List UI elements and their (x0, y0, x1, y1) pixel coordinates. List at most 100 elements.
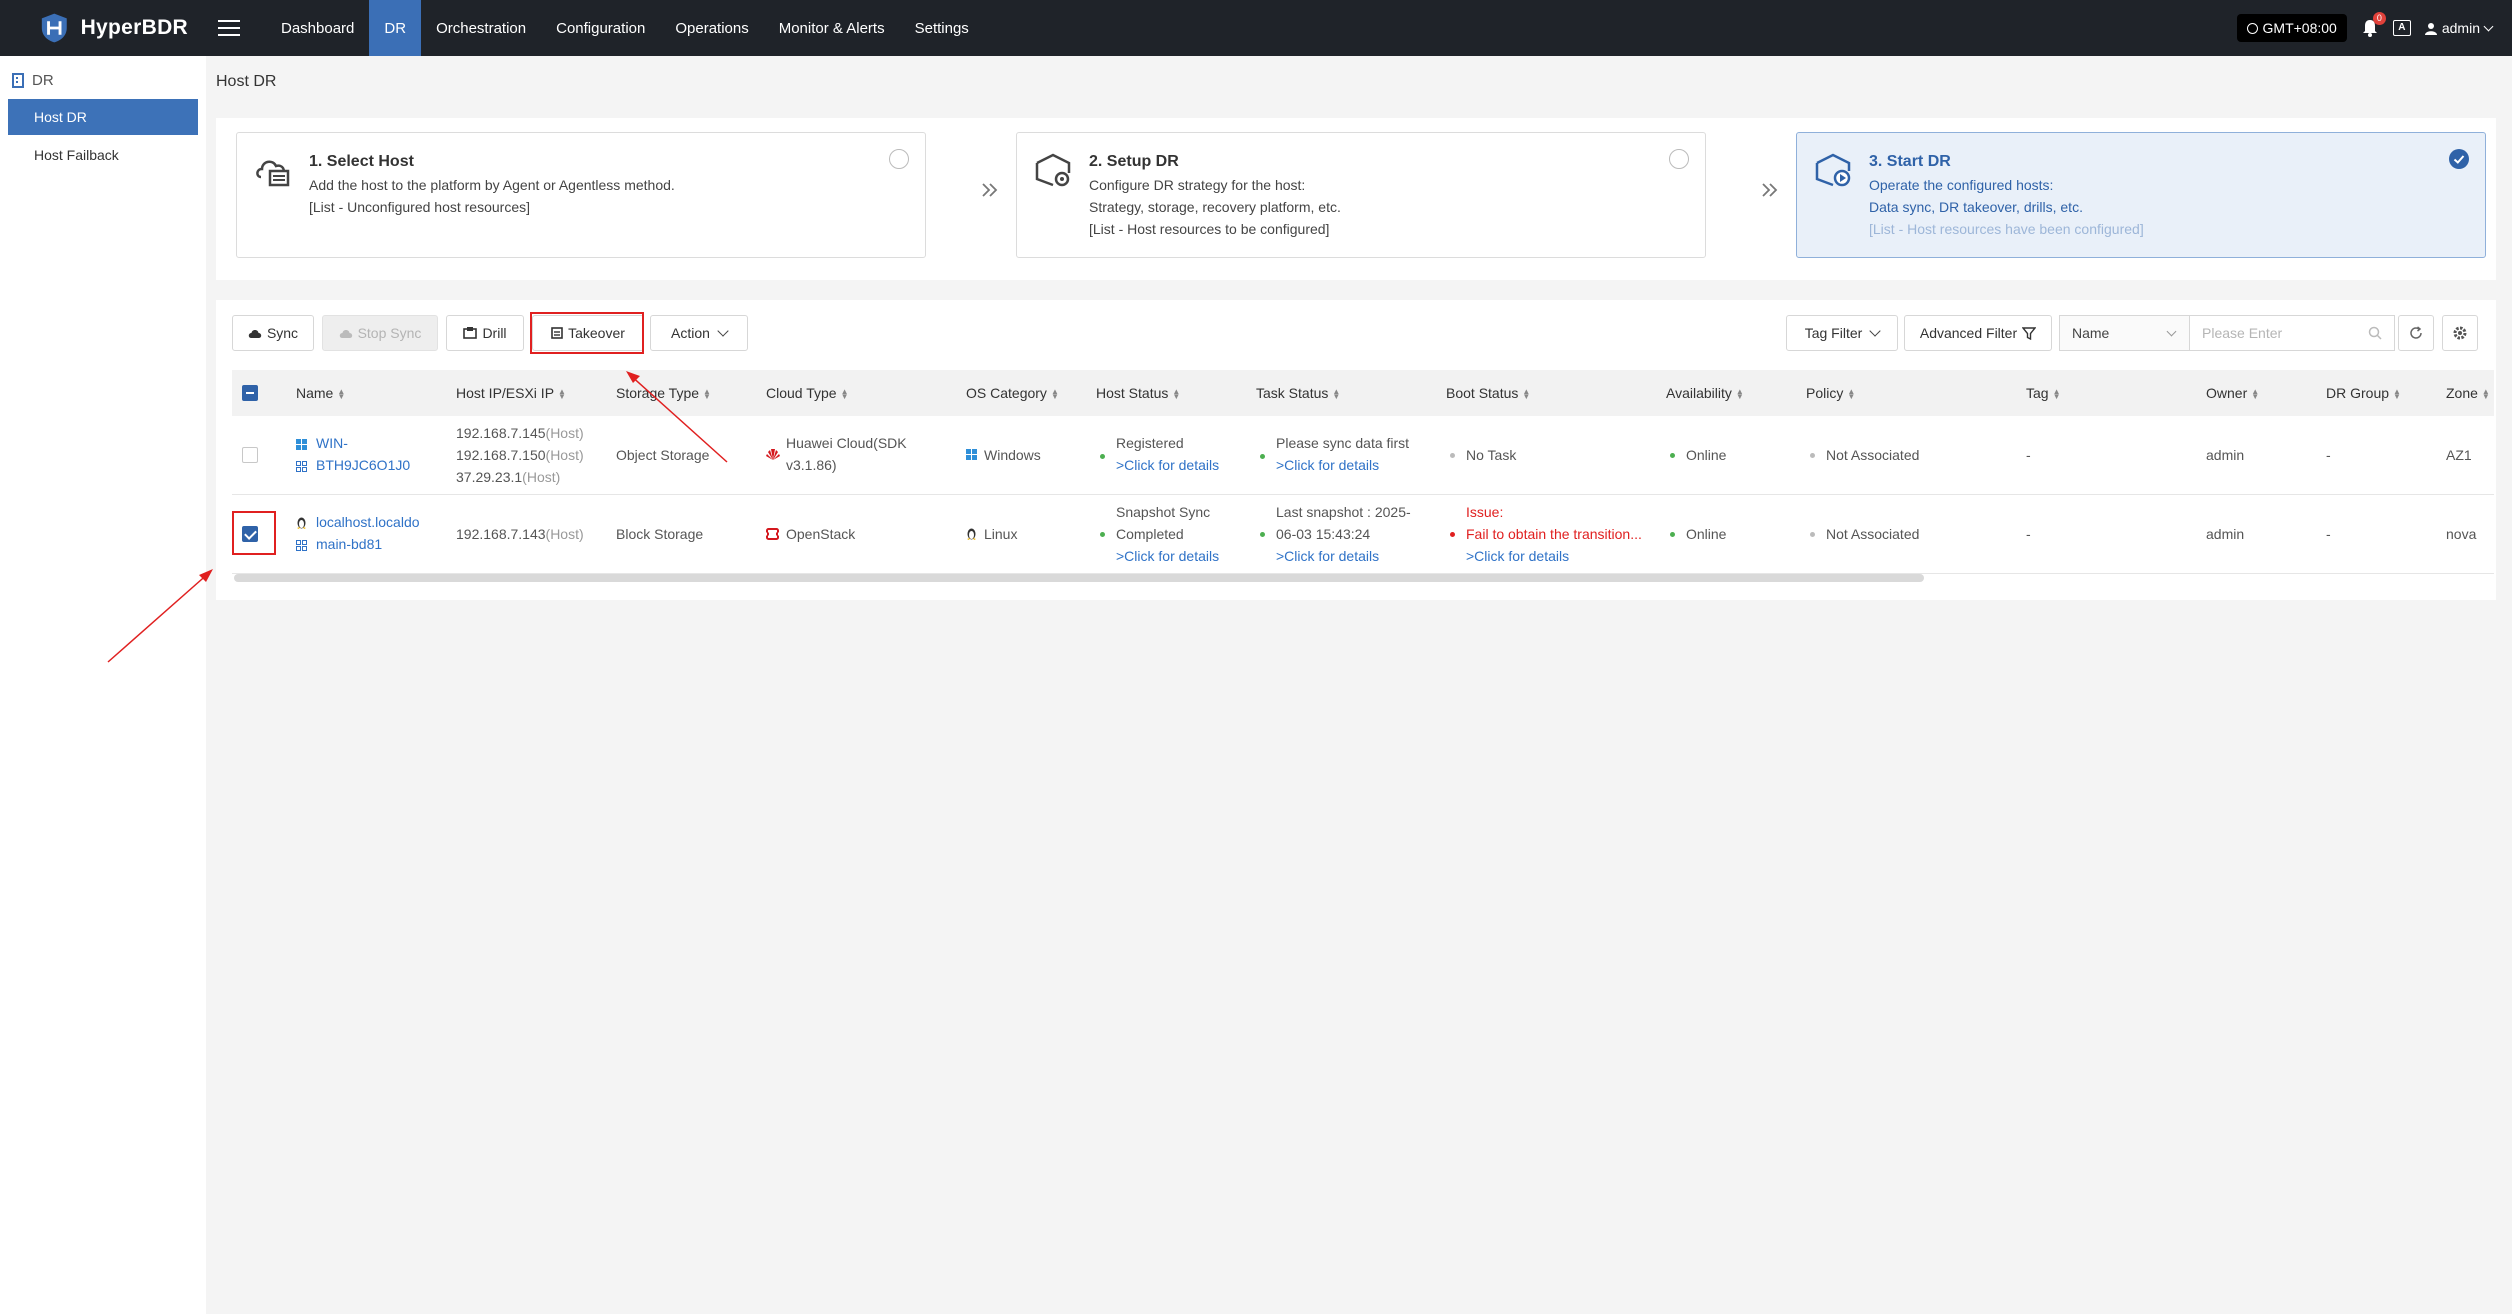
refresh-button[interactable] (2398, 315, 2434, 351)
notification-button[interactable]: 0 (2361, 12, 2386, 38)
step-setup-dr[interactable]: 2. Setup DR Configure DR strategy for th… (1016, 132, 1706, 258)
chevron-down-icon (1869, 325, 1881, 337)
search-icon[interactable] (2368, 326, 2382, 340)
task-status-details-link[interactable]: >Click for details (1276, 454, 1379, 476)
sort-icon: ▲ ▼ (1050, 387, 1059, 402)
nav-settings[interactable]: Settings (900, 0, 984, 56)
stop-sync-button[interactable]: Stop Sync (322, 315, 438, 351)
takeover-button[interactable]: Takeover (532, 315, 644, 351)
column-header-tag[interactable]: Tag ▲ ▼ (2026, 370, 2061, 416)
nav-orchestration[interactable]: Orchestration (421, 0, 541, 56)
column-header-host-ip[interactable]: Host IP/ESXi IP ▲ ▼ (456, 370, 566, 416)
column-label: Policy (1806, 385, 1844, 401)
linux-icon (967, 528, 976, 540)
step-radio[interactable] (1669, 149, 1689, 169)
host-status-details-link[interactable]: >Click for details (1116, 454, 1219, 476)
table-row[interactable]: localhost.localdo main-bd81 192.168.7.14… (232, 495, 2494, 574)
brand[interactable]: HyperBDR (38, 11, 188, 45)
step-select-host[interactable]: 1. Select Host Add the host to the platf… (236, 132, 926, 258)
column-header-owner[interactable]: Owner ▲ ▼ (2206, 370, 2259, 416)
double-chevron-right-icon (1762, 183, 1778, 197)
nav-dr[interactable]: DR (369, 0, 422, 56)
column-header-task-status[interactable]: Task Status ▲ ▼ (1256, 370, 1340, 416)
language-switch-icon[interactable]: A (2392, 20, 2411, 36)
filter-icon (2022, 326, 2037, 340)
column-header-policy[interactable]: Policy ▲ ▼ (1806, 370, 1855, 416)
table-row[interactable]: WIN- BTH9JC6O1J0 192.168.7.145(Host) 192… (232, 416, 2494, 495)
search-box (2189, 315, 2395, 351)
brand-name: HyperBDR (80, 16, 188, 39)
drill-button[interactable]: Drill (446, 315, 524, 351)
host-name-link[interactable]: localhost.localdo (316, 511, 420, 533)
nav-operations[interactable]: Operations (660, 0, 763, 56)
top-navigation-bar: HyperBDR Dashboard DR Orchestration Conf… (0, 0, 2512, 56)
host-name-link[interactable]: BTH9JC6O1J0 (316, 454, 410, 476)
search-input[interactable] (2200, 316, 2364, 350)
step-radio-checked[interactable] (2449, 149, 2469, 169)
select-all-checkbox[interactable] (242, 385, 258, 401)
owner: admin (2206, 526, 2245, 542)
nav-dashboard[interactable]: Dashboard (266, 0, 369, 56)
policy: Not Associated (1826, 447, 1920, 463)
host-table-panel: Sync Stop Sync Drill Takeover Action Tag… (216, 300, 2496, 600)
column-header-zone[interactable]: Zone ▲ ▼ (2446, 370, 2490, 416)
search-field-select[interactable]: Name (2059, 315, 2189, 351)
sort-icon: ▲ ▼ (1172, 387, 1181, 402)
sidebar-item-host-dr[interactable]: Host DR (8, 99, 198, 135)
menu-toggle-icon[interactable] (218, 20, 240, 36)
ip-kind: (Host) (545, 447, 584, 463)
timezone-display[interactable]: GMT+08:00 (2236, 14, 2347, 42)
status-dot (1450, 453, 1455, 458)
host-name-link[interactable]: main-bd81 (316, 533, 382, 555)
row-checkbox[interactable] (242, 447, 258, 463)
column-header-os-category[interactable]: OS Category ▲ ▼ (966, 370, 1059, 416)
sort-icon: ▲ ▼ (1735, 387, 1744, 402)
play-box-icon (1815, 153, 1851, 187)
row-checkbox[interactable] (242, 526, 258, 542)
gear-icon (2453, 326, 2467, 340)
column-header-availability[interactable]: Availability ▲ ▼ (1666, 370, 1744, 416)
nav-configuration[interactable]: Configuration (541, 0, 660, 56)
action-dropdown[interactable]: Action (650, 315, 748, 351)
table-header: Name ▲ ▼ Host IP/ESXi IP ▲ ▼ Storage Type ▲ ▼ … (232, 370, 2494, 416)
task-status-details-link[interactable]: >Click for details (1276, 545, 1379, 567)
host-status-details-link[interactable]: >Click for details (1116, 545, 1219, 567)
step-start-dr[interactable]: 3. Start DR Operate the configured hosts… (1796, 132, 2486, 258)
timezone-label: GMT+08:00 (2262, 20, 2337, 36)
steps-panel: 1. Select Host Add the host to the platf… (216, 118, 2496, 280)
sidebar-group-dr[interactable]: DR (12, 72, 206, 89)
step-title: 2. Setup DR (1089, 153, 1179, 170)
status-dot (1450, 532, 1455, 537)
host-ip: 192.168.7.145(Host) (456, 422, 584, 444)
column-header-host-status[interactable]: Host Status ▲ ▼ (1096, 370, 1180, 416)
boot-issue-text: Fail to obtain the transition... (1466, 526, 1642, 542)
step-radio[interactable] (889, 149, 909, 169)
nav-monitor-alerts[interactable]: Monitor & Alerts (764, 0, 900, 56)
column-header-storage-type[interactable]: Storage Type ▲ ▼ (616, 370, 711, 416)
zone: AZ1 (2446, 447, 2472, 463)
column-settings-button[interactable] (2442, 315, 2478, 351)
boot-status-details-link[interactable]: >Click for details (1466, 545, 1569, 567)
column-label: Task Status (1256, 385, 1329, 401)
boot-issue-label: Issue: (1466, 504, 1504, 520)
status-dot (1100, 454, 1105, 459)
settings-box-icon (1035, 153, 1071, 187)
column-header-dr-group[interactable]: DR Group ▲ ▼ (2326, 370, 2401, 416)
user-menu[interactable]: admin (2424, 20, 2494, 36)
tag: - (2026, 526, 2031, 542)
sync-button[interactable]: Sync (232, 315, 314, 351)
sidebar-group-label: DR (32, 72, 54, 89)
host-name-link[interactable]: WIN- (316, 432, 348, 454)
column-header-name[interactable]: Name ▲ ▼ (296, 370, 345, 416)
column-header-cloud-type[interactable]: Cloud Type ▲ ▼ (766, 370, 849, 416)
tag-filter-dropdown[interactable]: Tag Filter (1786, 315, 1898, 351)
advanced-filter-button[interactable]: Advanced Filter (1904, 315, 2052, 351)
column-label: Storage Type (616, 385, 700, 401)
column-header-boot-status[interactable]: Boot Status ▲ ▼ (1446, 370, 1530, 416)
horizontal-scrollbar[interactable] (234, 574, 1924, 582)
step-description: [List - Host resources to be configured] (1089, 221, 1330, 237)
check-icon (2453, 155, 2465, 164)
status-dot (1810, 532, 1815, 537)
host-ip: 192.168.7.143(Host) (456, 523, 584, 545)
sidebar-item-host-failback[interactable]: Host Failback (8, 137, 198, 173)
